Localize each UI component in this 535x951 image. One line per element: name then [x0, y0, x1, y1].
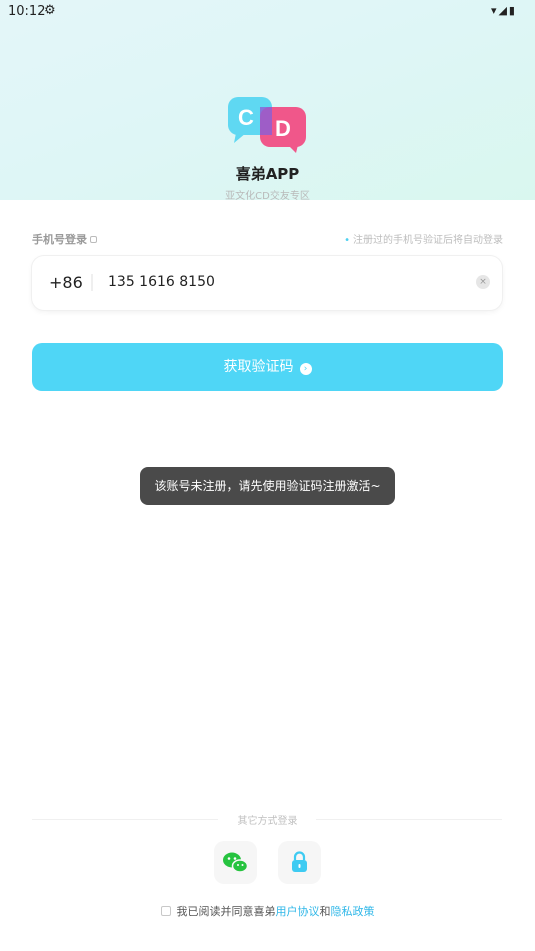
svg-text:D: D [275, 116, 291, 141]
status-time: 10:12 [8, 4, 46, 19]
agreement-and: 和 [319, 905, 331, 918]
agreement-row: 我已阅读并同意喜弟用户协议和隐私政策 [0, 903, 535, 919]
agreement-prefix: 我已阅读并同意喜弟 [176, 905, 276, 918]
auto-login-tip-text: 注册过的手机号验证后将自动登录 [353, 235, 503, 246]
app-logo: C D [228, 97, 306, 153]
phone-login-label-text: 手机号登录 [32, 233, 87, 246]
phone-input[interactable]: 135 1616 8150 [108, 274, 215, 290]
country-code[interactable]: +86 [49, 273, 83, 292]
svg-text:C: C [238, 105, 254, 130]
wechat-icon [223, 852, 249, 873]
lock-icon [292, 851, 307, 872]
clear-icon[interactable]: × [476, 275, 490, 289]
password-login-button[interactable] [278, 841, 321, 884]
settings-status-icon: ⚙ [44, 3, 56, 18]
wechat-login-button[interactable] [214, 841, 257, 884]
arrow-right-icon: › [299, 363, 312, 375]
small-square-icon [90, 236, 97, 243]
other-login-label: 其它方式登录 [237, 816, 298, 827]
app-slogan: 亚文化CD交友专区 [225, 191, 310, 202]
auto-login-tip: • 注册过的手机号验证后将自动登录 [344, 231, 503, 246]
phone-input-box[interactable]: +86 135 1616 8150 × [32, 256, 502, 310]
user-agreement-link[interactable]: 用户协议 [276, 905, 320, 918]
tip-dot-icon: • [344, 235, 350, 246]
signal-battery-icons: ▾◢▮ [490, 4, 517, 17]
toast-message: 该账号未注册，请先使用验证码注册激活~ [140, 467, 395, 505]
privacy-policy-link[interactable]: 隐私政策 [331, 905, 375, 918]
phone-login-label: 手机号登录 [32, 231, 97, 247]
get-code-button[interactable]: 获取验证码 › [32, 343, 503, 391]
divider [91, 274, 93, 291]
status-bar: 10:12 ⚙ ▾◢▮ [0, 0, 535, 24]
agree-checkbox[interactable] [160, 906, 171, 916]
app-name: 喜弟APP [235, 165, 300, 183]
get-code-label: 获取验证码 [223, 359, 294, 375]
